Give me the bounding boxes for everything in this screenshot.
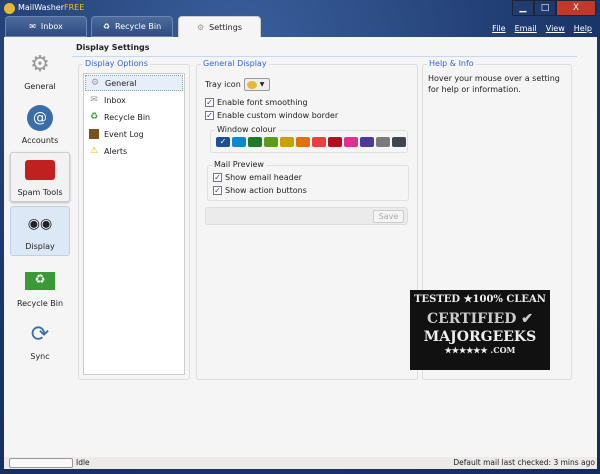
tray-icon-preview (246, 80, 257, 89)
checkbox-label: Show action buttons (225, 186, 307, 195)
checkbox-label: Enable custom window border (217, 111, 339, 120)
maximize-button[interactable]: □ (534, 0, 556, 16)
sidebar-item-general[interactable]: ⚙ General (10, 45, 70, 95)
minimize-button[interactable]: ▁ (512, 0, 534, 16)
progress-bar (9, 458, 73, 468)
font-smoothing-checkbox[interactable]: ✓ (205, 98, 214, 107)
recycle-bin-icon: ♻ (25, 268, 55, 294)
at-icon: @ (25, 105, 55, 131)
colour-swatch[interactable] (312, 137, 326, 147)
settings-panel: ⚙ General @ Accounts Spam Tools ◉◉ Display … (4, 37, 597, 469)
group-title: General Display (201, 59, 269, 68)
list-item-alerts[interactable]: ⚠ Alerts (85, 143, 183, 159)
chevron-down-icon: ▼ (259, 81, 265, 88)
window-colour-group: Window colour ✓ (210, 125, 408, 153)
colour-swatch[interactable] (296, 137, 310, 147)
toolbox-icon (25, 157, 55, 183)
list-item-event-log[interactable]: Event Log (85, 126, 183, 142)
group-title: Help & Info (427, 59, 476, 68)
sidebar-item-spam-tools[interactable]: Spam Tools (10, 152, 70, 202)
envelope-icon: ✉ (90, 95, 98, 105)
colour-swatches: ✓ (216, 137, 408, 147)
gear-icon: ⚙ (197, 22, 205, 32)
gear-icon: ⚙ (90, 78, 100, 88)
save-bar: Save (205, 207, 408, 225)
colour-swatch[interactable] (360, 137, 374, 147)
group-title: Mail Preview (212, 160, 266, 169)
glasses-icon: ◉◉ (27, 216, 53, 232)
sidebar-item-accounts[interactable]: @ Accounts (10, 99, 70, 149)
sidebar-item-display[interactable]: ◉◉ Display (10, 206, 70, 256)
status-bar: Idle Default mail last checked: 3 mins a… (4, 457, 597, 469)
display-options-group: Display Options ⚙ General ✉ Inbox ♻ Recycle… (78, 59, 190, 380)
recycle-icon: ♻ (102, 22, 111, 31)
colour-swatch[interactable] (232, 137, 246, 147)
group-title: Window colour (215, 125, 278, 134)
envelope-icon: ✉ (29, 22, 36, 31)
app-icon (4, 3, 15, 14)
list-item-general[interactable]: ⚙ General (85, 75, 183, 91)
colour-swatch[interactable] (344, 137, 358, 147)
general-display-group: General Display Tray icon ▼ ✓ Enable font… (196, 59, 418, 380)
mail-preview-group: Mail Preview ✓ Show email header ✓ Show ac… (207, 160, 409, 201)
save-button[interactable]: Save (373, 210, 404, 223)
menu-help[interactable]: Help (574, 24, 592, 33)
show-header-checkbox[interactable]: ✓ (213, 173, 222, 182)
display-options-list: ⚙ General ✉ Inbox ♻ Recycle Bin Event Log ⚠… (83, 73, 185, 375)
book-icon (89, 129, 99, 139)
group-title: Display Options (83, 59, 150, 68)
colour-swatch[interactable] (328, 137, 342, 147)
colour-swatch[interactable] (264, 137, 278, 147)
close-button[interactable]: X (556, 0, 596, 16)
sync-icon: ⟳ (30, 321, 50, 347)
last-checked-text: Default mail last checked: 3 mins ago (453, 458, 595, 467)
window-title: MailWasherFREE (18, 3, 85, 12)
menu-bar: File Email View Help (492, 24, 592, 33)
show-buttons-checkbox[interactable]: ✓ (213, 186, 222, 195)
colour-swatch[interactable]: ✓ (216, 137, 230, 147)
list-item-recycle-bin[interactable]: ♻ Recycle Bin (85, 109, 183, 125)
tab-inbox[interactable]: ✉ Inbox (5, 16, 87, 37)
tab-settings[interactable]: ⚙ Settings (178, 16, 261, 38)
divider (72, 56, 577, 57)
menu-email[interactable]: Email (515, 24, 537, 33)
colour-swatch[interactable] (376, 137, 390, 147)
menu-file[interactable]: File (492, 24, 505, 33)
status-text: Idle (76, 458, 90, 467)
colour-swatch[interactable] (248, 137, 262, 147)
tab-recycle-bin[interactable]: ♻ Recycle Bin (91, 16, 173, 37)
colour-swatch[interactable] (280, 137, 294, 147)
majorgeeks-watermark: TESTED ★100% CLEAN CERTIFIED ✔ MAJORGEEK… (410, 290, 550, 370)
custom-border-checkbox[interactable]: ✓ (205, 111, 214, 120)
gear-icon: ⚙ (30, 51, 50, 77)
tray-icon-dropdown[interactable]: ▼ (243, 78, 270, 91)
colour-swatch[interactable] (392, 137, 406, 147)
list-item-inbox[interactable]: ✉ Inbox (85, 92, 183, 108)
checkbox-label: Show email header (225, 173, 302, 182)
sidebar-item-sync[interactable]: ⟳ Sync (10, 315, 70, 365)
page-title: Display Settings (76, 43, 150, 52)
menu-view[interactable]: View (546, 24, 565, 33)
recycle-icon: ♻ (89, 112, 99, 122)
tray-icon-label: Tray icon (205, 80, 241, 89)
checkbox-label: Enable font smoothing (217, 98, 308, 107)
warning-icon: ⚠ (89, 146, 99, 156)
sidebar-item-recycle-bin[interactable]: ♻ Recycle Bin (10, 262, 70, 312)
help-text: Hover your mouse over a setting for help… (428, 74, 560, 94)
